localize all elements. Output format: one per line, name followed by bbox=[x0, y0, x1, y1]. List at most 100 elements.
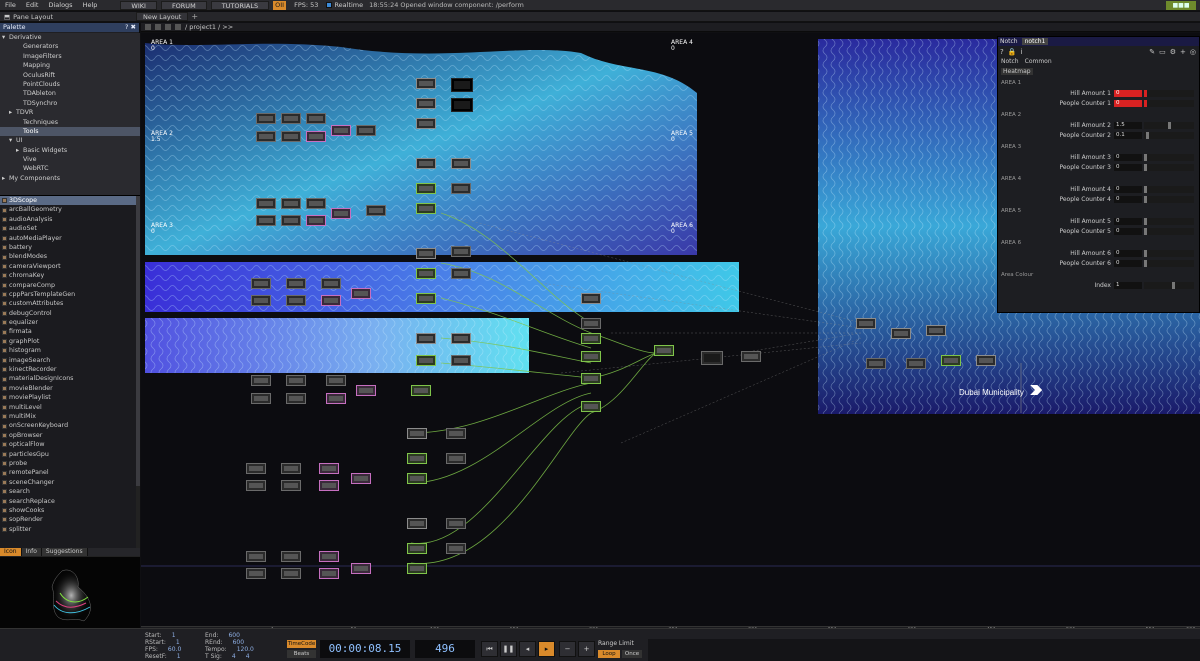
operator-node[interactable] bbox=[446, 453, 466, 464]
param-slider-handle[interactable] bbox=[1144, 89, 1147, 97]
tree-arrow-icon[interactable]: ▸ bbox=[16, 146, 23, 155]
operator-node[interactable] bbox=[411, 385, 431, 396]
component-list-item[interactable]: multiLevel bbox=[0, 403, 140, 412]
operator-node[interactable] bbox=[366, 205, 386, 216]
operator-node[interactable] bbox=[246, 551, 266, 562]
param-value-field[interactable]: 1 bbox=[1114, 281, 1142, 289]
operator-node[interactable] bbox=[906, 358, 926, 369]
component-list-item[interactable]: histogram bbox=[0, 346, 140, 355]
operator-node[interactable] bbox=[407, 543, 427, 554]
network-grid-icon[interactable] bbox=[165, 24, 171, 30]
operator-node[interactable] bbox=[407, 453, 427, 464]
param-slider[interactable] bbox=[1144, 227, 1194, 235]
fps-field[interactable]: FPS: 60.0 bbox=[145, 646, 181, 653]
param-slider-handle[interactable] bbox=[1144, 185, 1147, 193]
operator-node[interactable] bbox=[451, 183, 471, 194]
info-icon[interactable]: i bbox=[1020, 48, 1022, 56]
palette-tree-item[interactable]: ▸ My Components bbox=[0, 174, 140, 183]
component-list-item[interactable]: blendModes bbox=[0, 252, 140, 261]
operator-node[interactable] bbox=[941, 355, 961, 366]
realtime-checkbox[interactable] bbox=[326, 2, 333, 8]
step-minus-button[interactable]: − bbox=[559, 641, 576, 657]
operator-node[interactable] bbox=[281, 113, 301, 124]
operator-node[interactable] bbox=[331, 125, 351, 136]
palette-tree-item[interactable]: ▾ Derivative bbox=[0, 33, 140, 42]
operator-node[interactable] bbox=[416, 118, 436, 129]
component-list-item[interactable]: search bbox=[0, 487, 140, 496]
param-slider-handle[interactable] bbox=[1144, 217, 1147, 225]
component-list-item[interactable]: kinectRecorder bbox=[0, 365, 140, 374]
operator-node[interactable] bbox=[251, 375, 271, 386]
component-list-item[interactable]: splitter bbox=[0, 525, 140, 534]
operator-node[interactable] bbox=[256, 113, 276, 124]
component-list-item[interactable]: multiMix bbox=[0, 412, 140, 421]
edit-icon[interactable]: ✎ bbox=[1149, 48, 1155, 56]
component-list-item[interactable]: sceneChanger bbox=[0, 478, 140, 487]
operator-node[interactable] bbox=[581, 293, 601, 304]
component-list-scrollbar[interactable] bbox=[136, 196, 140, 548]
fps-field-value[interactable]: 60.0 bbox=[168, 646, 181, 653]
component-list-item[interactable]: materialDesignIcons bbox=[0, 374, 140, 383]
operator-node[interactable] bbox=[319, 568, 339, 579]
component-list-item[interactable]: movieBlender bbox=[0, 384, 140, 393]
palette-tree-item[interactable]: WebRTC bbox=[0, 164, 140, 173]
param-slider[interactable] bbox=[1144, 163, 1194, 171]
param-slider-handle[interactable] bbox=[1144, 259, 1147, 267]
param-value-field[interactable]: 0 bbox=[1114, 227, 1142, 235]
param-slider[interactable] bbox=[1144, 185, 1194, 193]
operator-node[interactable] bbox=[741, 351, 761, 362]
menu-dialogs[interactable]: Dialogs bbox=[43, 1, 77, 9]
operator-node[interactable] bbox=[286, 278, 306, 289]
operator-node[interactable] bbox=[581, 318, 601, 329]
operator-node[interactable] bbox=[416, 78, 436, 89]
operator-node[interactable] bbox=[407, 563, 427, 574]
palette-tree-item[interactable]: Vive bbox=[0, 155, 140, 164]
subtab-heatmap[interactable]: Heatmap bbox=[1001, 68, 1033, 75]
param-value-field[interactable]: 0 bbox=[1114, 195, 1142, 203]
operator-node[interactable] bbox=[856, 318, 876, 329]
tab-common[interactable]: Common bbox=[1025, 57, 1052, 67]
param-value-field[interactable]: 0.1 bbox=[1114, 131, 1142, 139]
operator-node[interactable] bbox=[326, 375, 346, 386]
operator-node[interactable] bbox=[281, 463, 301, 474]
palette-tree-item[interactable]: ImageFilters bbox=[0, 52, 140, 61]
palette-tree-item[interactable]: TDAbleton bbox=[0, 89, 140, 98]
operator-node[interactable] bbox=[326, 393, 346, 404]
component-list-item[interactable]: audioSet bbox=[0, 224, 140, 233]
operator-node[interactable] bbox=[281, 198, 301, 209]
operator-node[interactable] bbox=[281, 551, 301, 562]
param-slider-handle[interactable] bbox=[1144, 227, 1147, 235]
operator-node[interactable] bbox=[654, 345, 674, 356]
palette-tree-item[interactable]: PointClouds bbox=[0, 80, 140, 89]
tempo-field[interactable]: Tempo: 120.0 bbox=[205, 646, 254, 653]
param-value-field[interactable]: 0 bbox=[1114, 89, 1142, 97]
operator-node[interactable] bbox=[451, 98, 473, 112]
param-slider-handle[interactable] bbox=[1144, 153, 1147, 161]
component-list-item[interactable]: sopRender bbox=[0, 515, 140, 524]
param-value-field[interactable]: 0 bbox=[1114, 163, 1142, 171]
operator-node[interactable] bbox=[351, 473, 371, 484]
param-slider[interactable] bbox=[1144, 217, 1194, 225]
tab-info[interactable]: Info bbox=[21, 548, 42, 556]
tempo-value[interactable]: 120.0 bbox=[237, 646, 254, 653]
operator-node[interactable] bbox=[581, 333, 601, 344]
operator-node[interactable] bbox=[416, 268, 436, 279]
param-slider[interactable] bbox=[1144, 195, 1194, 203]
end-field[interactable]: End: 600 bbox=[205, 632, 240, 639]
tutorials-button[interactable]: TUTORIALS bbox=[210, 0, 270, 10]
menu-edit[interactable]: Edit bbox=[21, 1, 44, 9]
component-list-item[interactable]: customAttributes bbox=[0, 299, 140, 308]
component-list-item[interactable]: onScreenKeyboard bbox=[0, 421, 140, 430]
operator-node[interactable] bbox=[407, 428, 427, 439]
component-list-item[interactable]: opBrowser bbox=[0, 431, 140, 440]
operator-node[interactable] bbox=[416, 158, 436, 169]
resetf-field[interactable]: ResetF: 1 bbox=[145, 653, 181, 660]
operator-node[interactable] bbox=[407, 473, 427, 484]
operator-node[interactable] bbox=[451, 246, 471, 257]
operator-node[interactable] bbox=[581, 373, 601, 384]
param-slider-handle[interactable] bbox=[1144, 249, 1147, 257]
component-list-item[interactable]: imageSearch bbox=[0, 356, 140, 365]
operator-node[interactable] bbox=[416, 333, 436, 344]
component-list-item[interactable]: particlesGpu bbox=[0, 450, 140, 459]
param-slider[interactable] bbox=[1144, 99, 1194, 107]
